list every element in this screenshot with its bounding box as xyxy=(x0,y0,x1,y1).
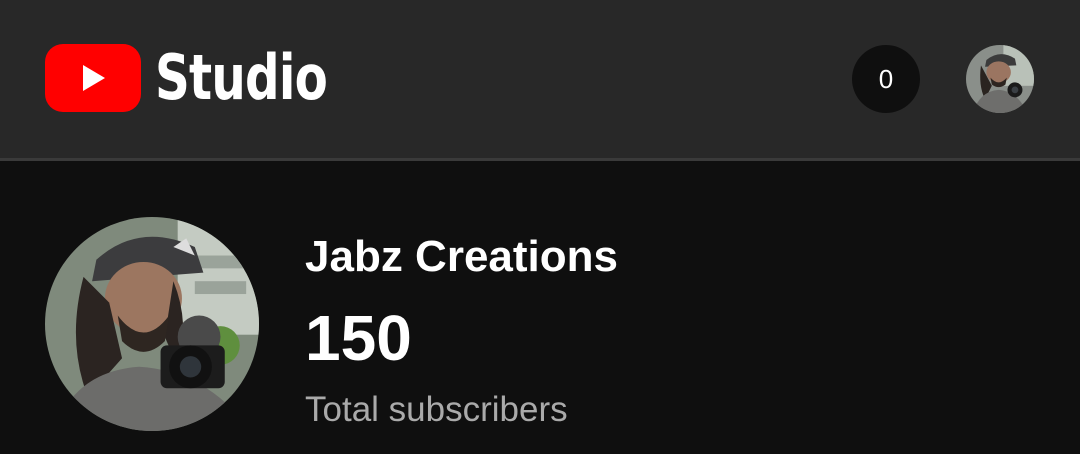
youtube-play-icon xyxy=(45,44,141,112)
channel-name: Jabz Creations xyxy=(305,232,618,281)
youtube-studio-logo[interactable]: Studio xyxy=(45,44,376,112)
studio-logo-text: Studio xyxy=(155,41,328,114)
account-avatar-button[interactable] xyxy=(966,45,1034,113)
notification-count: 0 xyxy=(878,63,894,94)
subscriber-label: Total subscribers xyxy=(305,390,568,429)
channel-photo-icon xyxy=(45,217,259,431)
top-app-bar: Studio 0 xyxy=(0,0,1080,161)
profile-photo-icon xyxy=(966,45,1034,113)
channel-avatar[interactable] xyxy=(45,217,259,431)
subscriber-count: 150 xyxy=(305,302,412,374)
notification-count-button[interactable]: 0 xyxy=(852,45,920,113)
